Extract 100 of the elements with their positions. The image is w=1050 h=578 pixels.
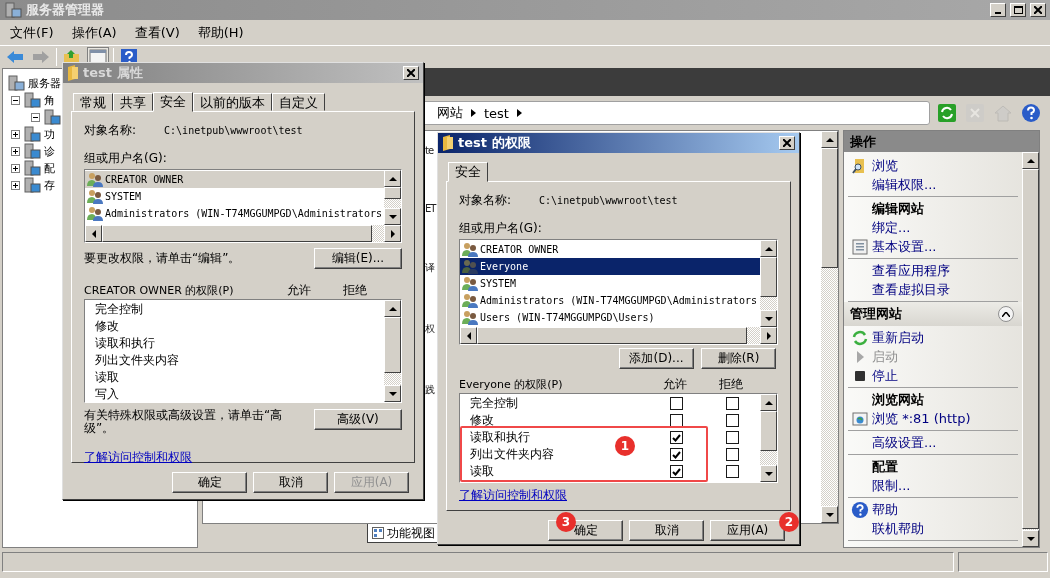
permission-name: 完全控制 (470, 395, 518, 412)
user-item[interactable]: Administrators (WIN-T74MGGUMPGD\Administrators (460, 292, 760, 309)
tree-item[interactable]: 角 (44, 92, 55, 108)
menu-item[interactable]: 操作(A) (65, 23, 129, 42)
toolbar-button[interactable] (1020, 102, 1042, 124)
tree-item[interactable]: 功 (44, 126, 55, 142)
action-link[interactable]: 查看虚拟目录 (872, 280, 950, 299)
collapse-button[interactable] (998, 306, 1014, 322)
help-link[interactable]: 了解访问控制和权限 (459, 487, 567, 504)
toolbar-button[interactable] (936, 102, 958, 124)
folder-icon (67, 65, 79, 81)
action-link[interactable]: 重新启动 (872, 328, 924, 347)
allow-checkbox[interactable] (669, 397, 683, 410)
help-icon (851, 500, 869, 519)
action-link[interactable]: 查看应用程序 (872, 261, 950, 280)
tree-item[interactable]: 诊 (44, 143, 55, 159)
help-link[interactable]: 了解访问控制和权限 (84, 449, 192, 466)
group-title: 管理网站 (850, 305, 902, 323)
action-link[interactable]: 联机帮助 (872, 519, 924, 538)
expand-toggle[interactable] (11, 129, 20, 139)
tab[interactable]: 常规 (73, 93, 113, 111)
tab[interactable]: 以前的版本 (193, 93, 272, 111)
user-item[interactable]: CREATOR OWNER (460, 241, 760, 258)
user-item[interactable]: CREATOR OWNER (85, 171, 384, 188)
dialog-button[interactable]: 取消 (629, 520, 704, 541)
server-icon (7, 75, 25, 91)
edit-button[interactable]: 编辑(E)... (314, 248, 402, 269)
tree-item[interactable]: 存 (44, 177, 55, 193)
server-icon (23, 160, 41, 176)
view-tab[interactable]: 功能视图 (367, 524, 440, 543)
allow-checkbox[interactable] (669, 465, 683, 478)
action-link[interactable]: 限制... (872, 476, 911, 495)
deny-checkbox[interactable] (725, 448, 739, 461)
scrollbar[interactable] (760, 394, 777, 482)
user-item[interactable]: SYSTEM (85, 188, 384, 205)
scrollbar[interactable] (460, 327, 777, 344)
minimize-button[interactable] (990, 3, 1006, 17)
tab[interactable]: 共享 (113, 93, 153, 111)
user-item[interactable]: Administrators (WIN-T74MGGUMPGD\Administrators (85, 205, 384, 222)
action-link[interactable]: 绑定... (872, 218, 911, 237)
close-button[interactable] (1030, 3, 1046, 17)
permission-name: 读取 (95, 369, 119, 386)
content-text: 践 (425, 383, 434, 397)
action-link[interactable]: 帮助 (872, 500, 898, 519)
user-item[interactable]: SYSTEM (460, 275, 760, 292)
permission-name: 完全控制 (95, 301, 143, 318)
expand-toggle[interactable] (31, 112, 40, 122)
tab[interactable]: 自定义 (272, 93, 325, 111)
user-item[interactable]: Users (WIN-T74MGGUMPGD\Users) (460, 309, 760, 326)
action-link[interactable]: 高级设置... (872, 433, 937, 452)
grid-icon (372, 527, 384, 539)
tab[interactable]: 安全 (153, 92, 193, 112)
menu-item[interactable]: 查看(V) (128, 23, 192, 42)
step-badge: 2 (779, 512, 799, 532)
user-item[interactable]: Everyone (460, 258, 760, 275)
users-icon (462, 310, 478, 325)
list-button[interactable]: 删除(R) (701, 348, 776, 369)
tree-item[interactable]: 服务器 (28, 75, 61, 91)
close-button[interactable] (779, 136, 795, 150)
menu-item[interactable]: 文件(F) (4, 23, 66, 42)
permission-name: 读取 (470, 463, 494, 480)
breadcrumb[interactable]: 网站 (437, 104, 463, 122)
allow-checkbox[interactable] (669, 431, 683, 444)
scrollbar[interactable] (821, 131, 838, 523)
action-link[interactable]: 基本设置... (872, 237, 937, 256)
scrollbar[interactable] (760, 240, 777, 327)
dialog-button[interactable]: 应用(A) (710, 520, 785, 541)
deny-checkbox[interactable] (725, 414, 739, 427)
expand-toggle[interactable] (11, 163, 20, 173)
menu-item[interactable]: 帮助(H) (191, 23, 256, 42)
allow-checkbox[interactable] (669, 448, 683, 461)
deny-checkbox[interactable] (725, 397, 739, 410)
close-button[interactable] (403, 66, 419, 80)
scrollbar[interactable] (384, 170, 401, 225)
maximize-button[interactable] (1010, 3, 1026, 17)
action-link[interactable]: 停止 (872, 366, 898, 385)
permission-name: 读取和执行 (470, 429, 530, 446)
expand-toggle[interactable] (11, 95, 20, 105)
tab[interactable]: 安全 (448, 162, 488, 182)
dialog-button[interactable]: 确定 (172, 472, 247, 493)
dialog-button[interactable]: 取消 (253, 472, 328, 493)
users-label: 组或用户名(G): (459, 220, 543, 237)
breadcrumb[interactable]: test (484, 105, 509, 121)
action-link[interactable]: 编辑权限... (872, 175, 937, 194)
scrollbar[interactable] (1022, 152, 1039, 547)
tree-item[interactable]: 配 (44, 160, 55, 176)
deny-checkbox[interactable] (725, 465, 739, 478)
expand-toggle[interactable] (11, 146, 20, 156)
action-link[interactable]: 浏览 *:81 (http) (872, 409, 971, 428)
column-header: 允许 (662, 375, 688, 393)
expand-toggle[interactable] (11, 180, 20, 190)
scrollbar[interactable] (384, 300, 401, 402)
permissions-label: Everyone 的权限(P) (459, 376, 564, 392)
action-link[interactable]: 浏览 (872, 156, 898, 175)
deny-checkbox[interactable] (725, 431, 739, 444)
advanced-button[interactable]: 高级(V) (314, 409, 402, 430)
scrollbar[interactable] (85, 225, 401, 242)
list-button[interactable]: 添加(D)... (619, 348, 694, 369)
triangle-icon (471, 109, 476, 117)
server-icon (23, 177, 41, 193)
